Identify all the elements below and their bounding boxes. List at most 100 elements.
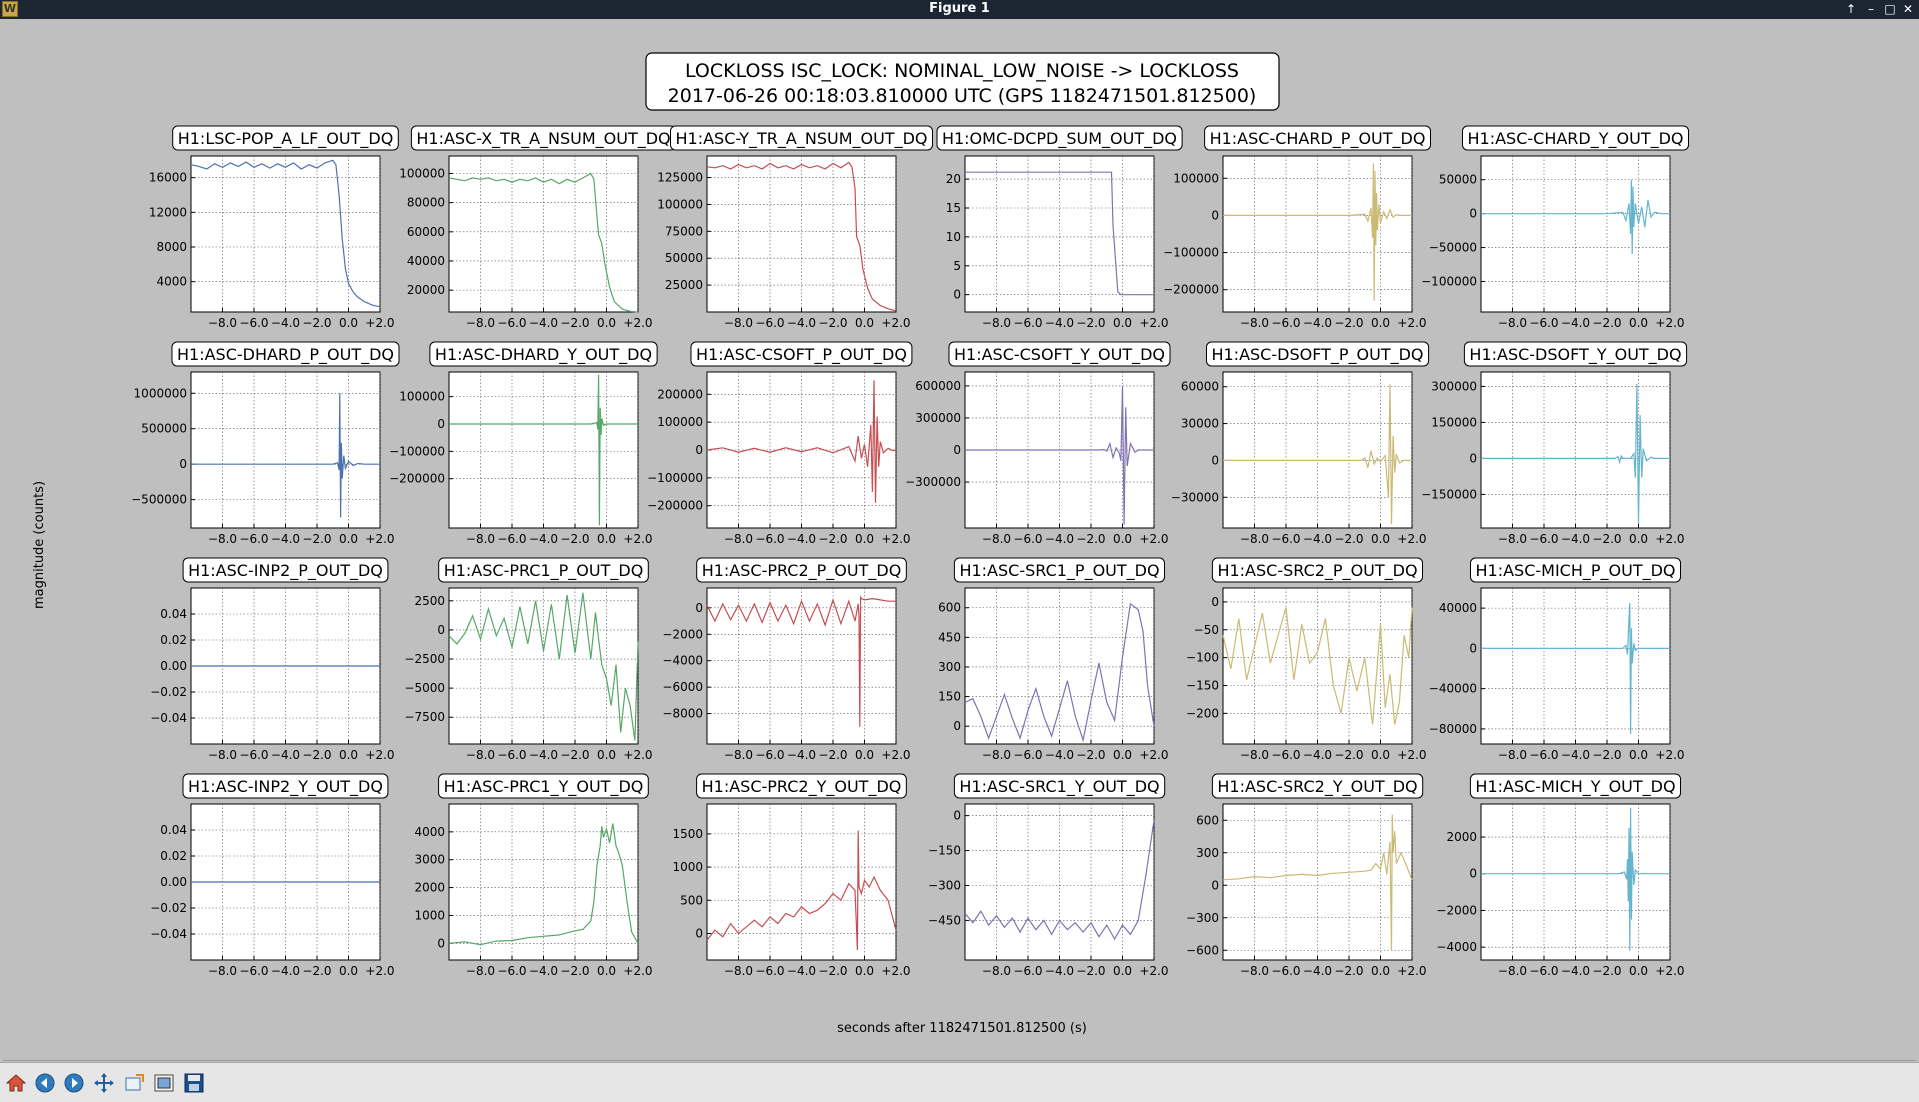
subplot-title-text: H1:ASC-CSOFT_Y_OUT_DQ bbox=[954, 345, 1165, 365]
subplot-title: H1:ASC-CSOFT_Y_OUT_DQ bbox=[948, 341, 1171, 367]
subplots-button[interactable] bbox=[152, 1071, 176, 1095]
subplot-9: −8.0 −6.0 −4.0 −2.0 0.0 +2.0 −200000 −100000 0 10… bbox=[647, 341, 913, 546]
x-tick-label: 0.0 bbox=[339, 316, 358, 330]
x-tick-label: +2.0 bbox=[881, 532, 910, 546]
zoom-button[interactable] bbox=[122, 1071, 146, 1095]
x-tick-label: +2.0 bbox=[1139, 316, 1168, 330]
subplot-22: −8.0 −6.0 −4.0 −2.0 0.0 +2.0 −450 −300 −150 0 H1:A… bbox=[928, 773, 1169, 978]
minimize-window-icon[interactable]: – bbox=[1863, 1, 1879, 17]
subplot-title-text: H1:LSC-POP_A_LF_OUT_DQ bbox=[178, 129, 394, 149]
x-tick-label: +2.0 bbox=[1655, 964, 1684, 978]
x-tick-label: −8.0 bbox=[208, 964, 237, 978]
x-tick-label: −6.0 bbox=[1013, 532, 1042, 546]
y-tick-label: 50000 bbox=[665, 251, 703, 265]
x-tick-label: −4.0 bbox=[1561, 748, 1590, 762]
x-tick-label: −2.0 bbox=[560, 316, 589, 330]
x-tick-label: −8.0 bbox=[1498, 964, 1527, 978]
x-tick-label: −6.0 bbox=[1271, 316, 1300, 330]
x-tick-label: −4.0 bbox=[271, 748, 300, 762]
y-tick-label: 300000 bbox=[915, 411, 961, 425]
subplot-title: H1:ASC-DSOFT_P_OUT_DQ bbox=[1206, 341, 1430, 367]
x-tick-label: 0.0 bbox=[339, 532, 358, 546]
x-tick-label: −2.0 bbox=[302, 748, 331, 762]
x-tick-label: +2.0 bbox=[1655, 748, 1684, 762]
subplot-title: H1:ASC-MICH_Y_OUT_DQ bbox=[1469, 773, 1682, 799]
figure-svg: LOCKLOSS ISC_LOCK: NOMINAL_LOW_NOISE -> … bbox=[32, 52, 1689, 1036]
x-tick-label: −6.0 bbox=[755, 964, 784, 978]
x-tick-label: 0.0 bbox=[1629, 532, 1648, 546]
close-window-icon[interactable]: ✕ bbox=[1900, 1, 1916, 17]
y-tick-label: 500000 bbox=[141, 422, 187, 436]
y-tick-label: 200000 bbox=[657, 387, 703, 401]
x-tick-label: −8.0 bbox=[982, 748, 1011, 762]
subplot-title: H1:ASC-PRC2_P_OUT_DQ bbox=[696, 557, 907, 583]
x-tick-label: 0.0 bbox=[1629, 748, 1648, 762]
x-tick-label: 0.0 bbox=[1371, 532, 1390, 546]
y-tick-label: 125000 bbox=[657, 171, 703, 185]
y-tick-label: 100000 bbox=[1173, 171, 1219, 185]
figure-canvas[interactable]: LOCKLOSS ISC_LOCK: NOMINAL_LOW_NOISE -> … bbox=[3, 20, 1916, 1061]
y-tick-label: −0.02 bbox=[150, 685, 187, 699]
subplot-8: −8.0 −6.0 −4.0 −2.0 0.0 +2.0 −200000 −100000 0 10… bbox=[389, 341, 658, 546]
y-tick-label: 75000 bbox=[665, 224, 703, 238]
home-icon bbox=[5, 1074, 27, 1092]
y-tick-label: 15 bbox=[946, 201, 961, 215]
window-title: Figure 1 bbox=[929, 1, 990, 16]
y-tick-label: 10 bbox=[946, 230, 961, 244]
back-icon bbox=[35, 1073, 55, 1093]
back-button[interactable] bbox=[33, 1071, 57, 1095]
x-tick-label: −2.0 bbox=[1592, 316, 1621, 330]
x-axis-label: seconds after 1182471501.812500 (s) bbox=[837, 1021, 1087, 1036]
y-tick-label: −150000 bbox=[1421, 487, 1477, 501]
x-tick-label: −8.0 bbox=[724, 316, 753, 330]
subplot-6: −8.0 −6.0 −4.0 −2.0 0.0 +2.0 −100000 −50000 0 500… bbox=[1421, 125, 1689, 330]
x-tick-label: 0.0 bbox=[1629, 964, 1648, 978]
x-tick-label: 0.0 bbox=[1371, 964, 1390, 978]
subplot-11: −8.0 −6.0 −4.0 −2.0 0.0 +2.0 −30000 0 30000 60000… bbox=[1171, 341, 1430, 546]
x-tick-label: +2.0 bbox=[1655, 532, 1684, 546]
subplot-title-text: H1:ASC-INP2_P_OUT_DQ bbox=[188, 561, 383, 581]
y-tick-label: 0 bbox=[695, 443, 703, 457]
y-tick-label: 600 bbox=[1196, 813, 1219, 827]
x-tick-label: −6.0 bbox=[755, 532, 784, 546]
y-tick-label: −40000 bbox=[1429, 682, 1477, 696]
pan-button[interactable] bbox=[92, 1071, 116, 1095]
x-tick-label: −6.0 bbox=[1529, 964, 1558, 978]
x-tick-label: −6.0 bbox=[239, 964, 268, 978]
y-tick-label: −300000 bbox=[905, 475, 961, 489]
x-tick-label: +2.0 bbox=[365, 532, 394, 546]
y-tick-label: 100000 bbox=[657, 415, 703, 429]
subplot-title-text: H1:ASC-INP2_Y_OUT_DQ bbox=[188, 777, 383, 797]
x-tick-label: −6.0 bbox=[755, 748, 784, 762]
x-tick-label: −8.0 bbox=[466, 748, 495, 762]
subplot-12: −8.0 −6.0 −4.0 −2.0 0.0 +2.0 −150000 0 150000 300… bbox=[1421, 341, 1688, 546]
subplot-title: H1:ASC-MICH_P_OUT_DQ bbox=[1470, 557, 1681, 583]
y-tick-label: −50 bbox=[1194, 623, 1219, 637]
x-tick-label: −8.0 bbox=[1240, 532, 1269, 546]
y-tick-label: −300 bbox=[1186, 911, 1219, 925]
y-tick-label: −200000 bbox=[647, 499, 703, 513]
forward-button[interactable] bbox=[62, 1071, 86, 1095]
x-tick-label: +2.0 bbox=[1139, 748, 1168, 762]
maximize-window-icon[interactable]: □ bbox=[1882, 1, 1898, 17]
subplot-13: −8.0 −6.0 −4.0 −2.0 0.0 +2.0 −0.04 −0.02 0.00 0.0… bbox=[150, 557, 395, 762]
subplot-title: H1:ASC-SRC1_P_OUT_DQ bbox=[953, 557, 1166, 583]
subplot-21: −8.0 −6.0 −4.0 −2.0 0.0 +2.0 0 500 1000 1500 H1:AS… bbox=[672, 773, 911, 978]
suptitle-line-2: 2017-06-26 00:18:03.810000 UTC (GPS 1182… bbox=[668, 85, 1257, 107]
save-button[interactable] bbox=[182, 1071, 206, 1095]
y-tick-label: −200000 bbox=[1163, 283, 1219, 297]
x-tick-label: −8.0 bbox=[208, 532, 237, 546]
subplot-title-text: H1:ASC-CSOFT_P_OUT_DQ bbox=[696, 345, 907, 365]
subplot-title-text: H1:ASC-MICH_P_OUT_DQ bbox=[1475, 561, 1675, 581]
x-tick-label: +2.0 bbox=[881, 748, 910, 762]
y-tick-label: −100 bbox=[1186, 651, 1219, 665]
y-tick-label: 50000 bbox=[1439, 173, 1477, 187]
x-tick-label: −6.0 bbox=[1013, 748, 1042, 762]
y-tick-label: −80000 bbox=[1429, 722, 1477, 736]
subplot-title: H1:OMC-DCPD_SUM_OUT_DQ bbox=[936, 125, 1183, 151]
y-tick-label: 3000 bbox=[414, 853, 445, 867]
window-titlebar[interactable]: W Figure 1 ↑ – □ ✕ bbox=[0, 0, 1919, 19]
raise-window-icon[interactable]: ↑ bbox=[1843, 1, 1859, 17]
x-tick-label: 0.0 bbox=[855, 964, 874, 978]
home-button[interactable] bbox=[4, 1071, 28, 1095]
